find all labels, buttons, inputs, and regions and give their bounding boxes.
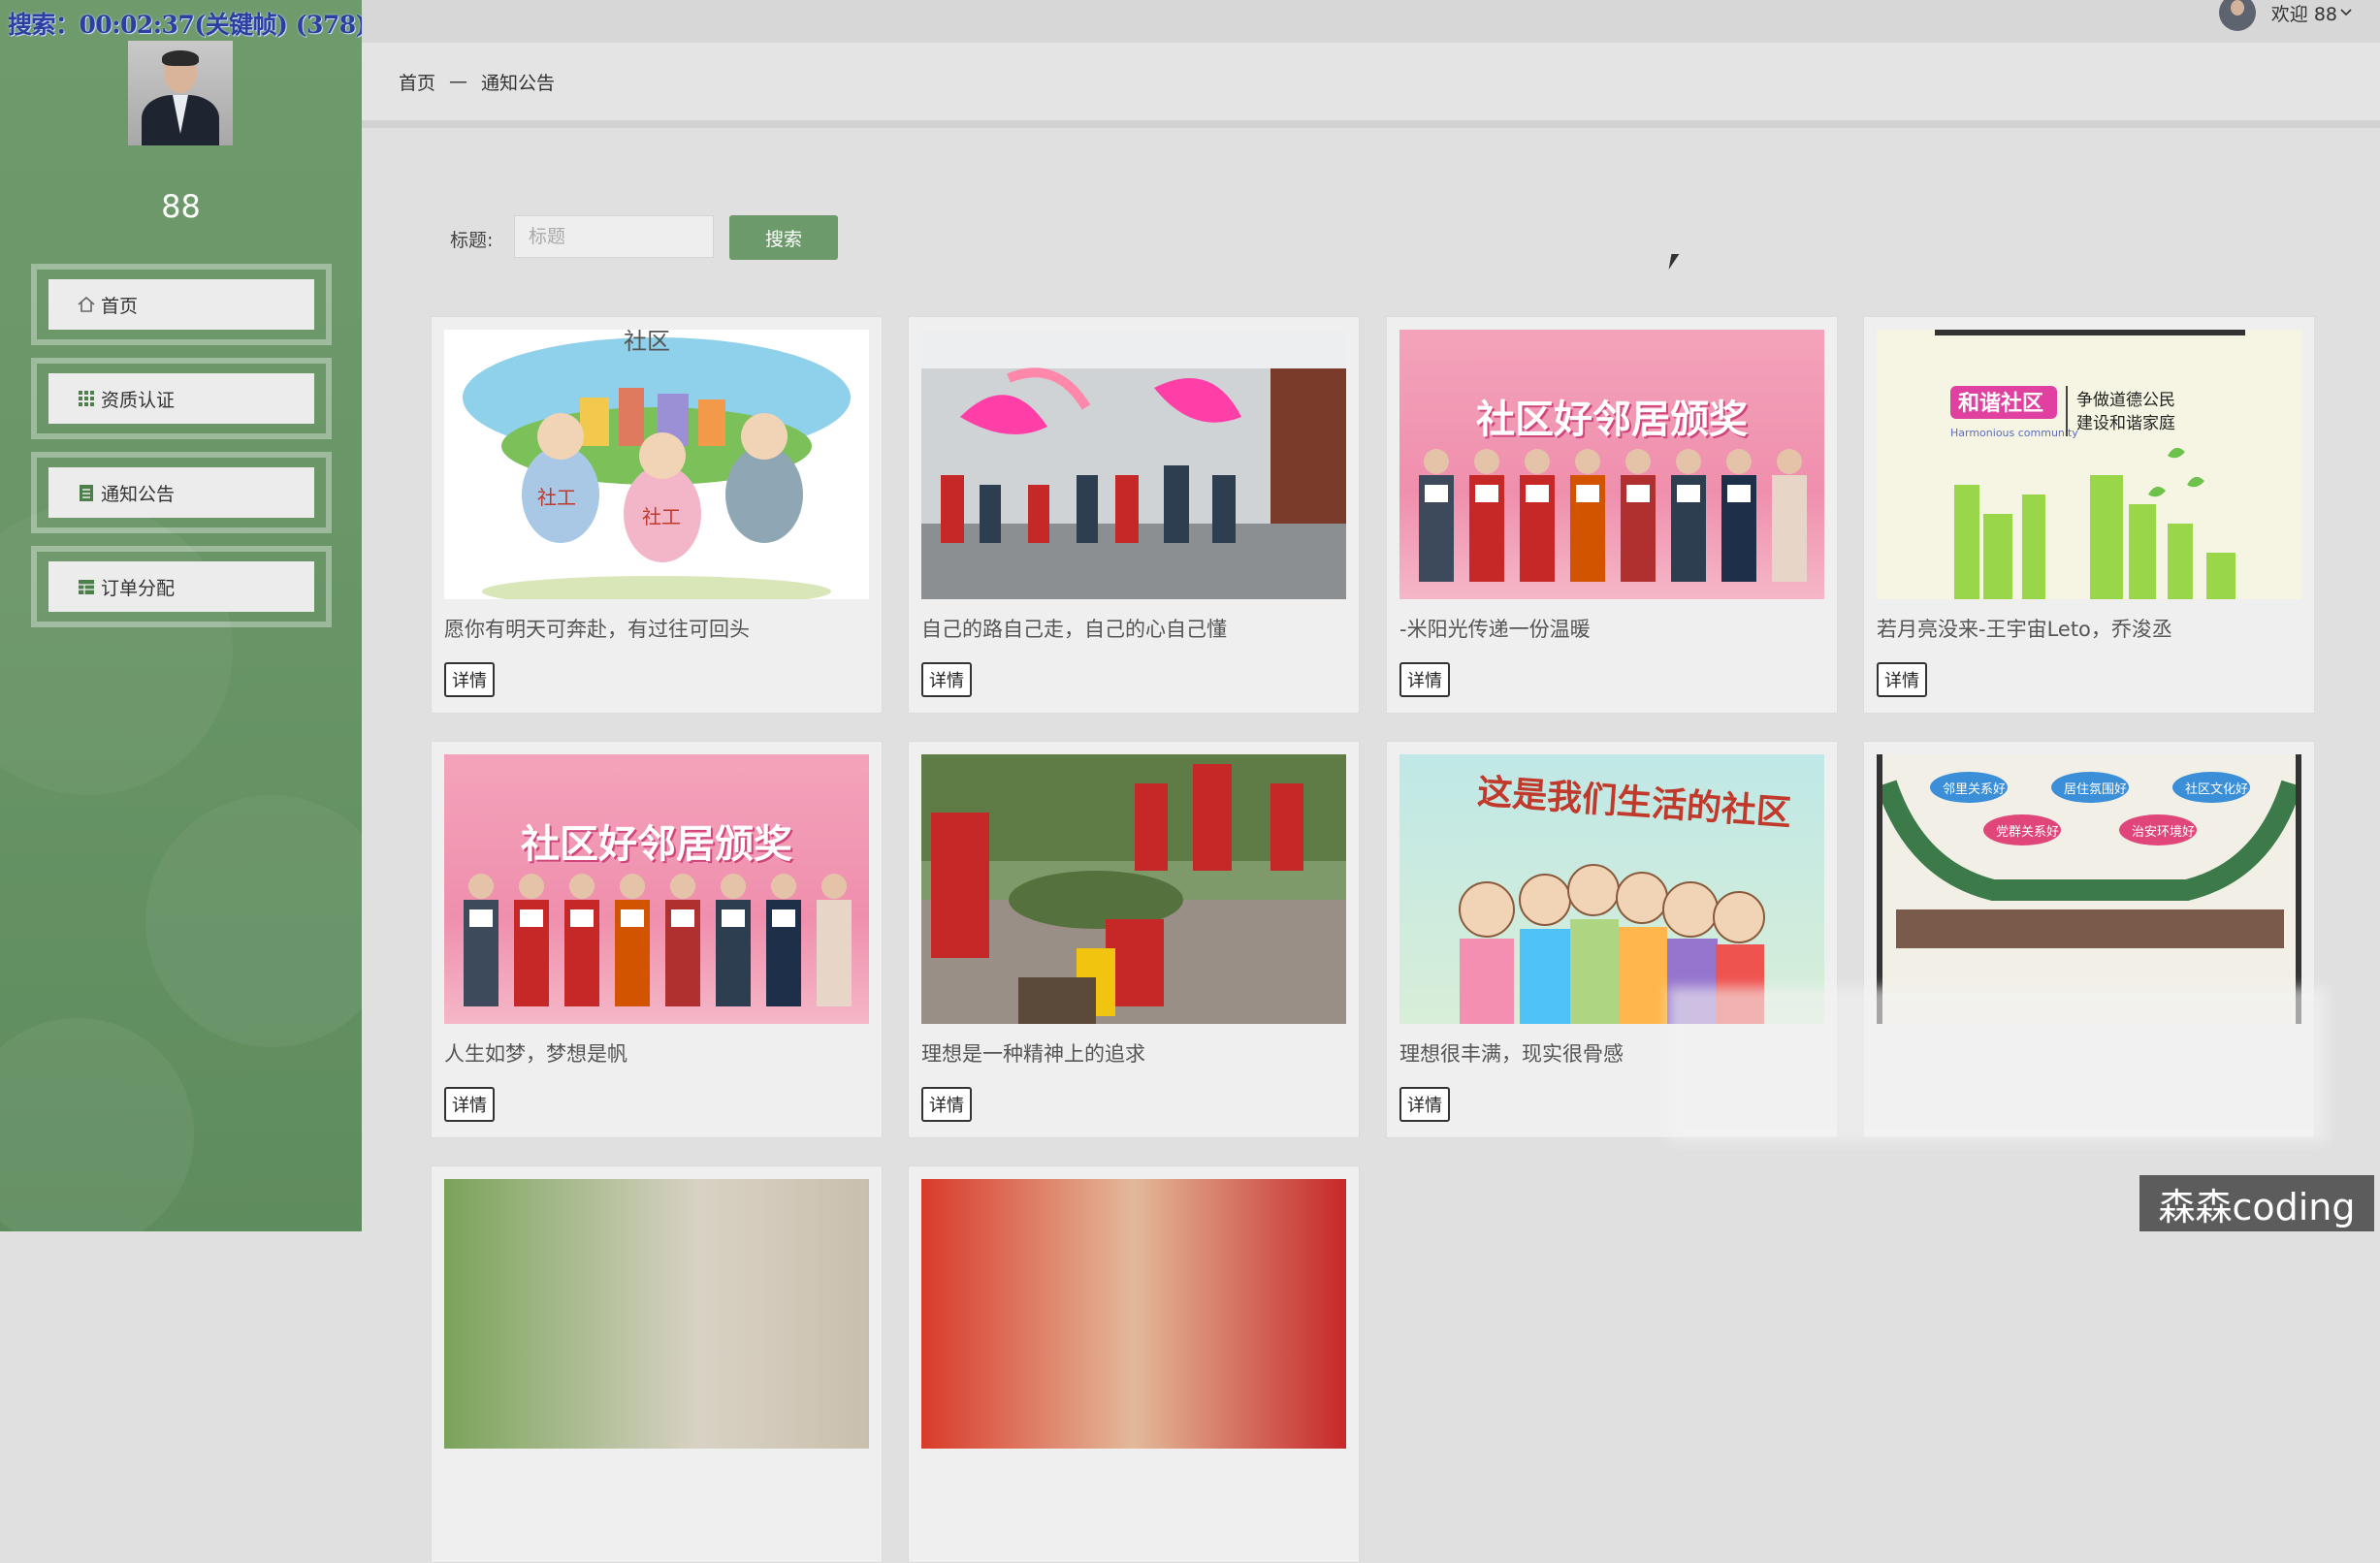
- notice-icon: [80, 485, 93, 501]
- cartoon-worker-label: 社工: [537, 486, 576, 509]
- breadcrumb-home[interactable]: 首页: [399, 69, 435, 95]
- notice-card[interactable]: [431, 1165, 883, 1563]
- sidebar-item-home[interactable]: 首页: [31, 264, 332, 345]
- avatar: [128, 41, 233, 145]
- board-tag: 居住氛围好: [2064, 782, 2127, 797]
- chevron-down-icon: [2340, 9, 2352, 16]
- notice-title: 理想是一种精神上的追求: [921, 1042, 1145, 1066]
- detail-button[interactable]: 详情: [921, 662, 972, 697]
- recording-timer-overlay: 搜索：00:02:37(关键帧) (378): [8, 11, 368, 39]
- divider: [362, 120, 2380, 128]
- sidebar-item-order[interactable]: 订单分配: [31, 546, 332, 627]
- notice-image: 和谐社区 Harmonious community 争做道德公民 建设和谐家庭: [1877, 330, 2301, 599]
- loading-blur: [1668, 987, 2328, 1142]
- notice-card[interactable]: 和谐社区 Harmonious community 争做道德公民 建设和谐家庭 …: [1863, 316, 2315, 714]
- sidebar-item-label: 通知公告: [101, 483, 176, 505]
- home-icon: [78, 296, 95, 312]
- detail-button[interactable]: 详情: [921, 1087, 972, 1122]
- board-tag: 治安环境好: [2132, 825, 2195, 840]
- grid-icon: [79, 391, 94, 406]
- user-menu[interactable]: 欢迎 88: [2218, 0, 2353, 31]
- notice-image: 邻里关系好 居住氛围好 社区文化好 党群关系好 治安环境好: [1877, 754, 2301, 1024]
- welcome-text: 欢迎 88: [2270, 3, 2337, 25]
- notice-title: 人生如梦，梦想是帆: [444, 1042, 627, 1066]
- notice-card[interactable]: 理想是一种精神上的追求 详情: [908, 741, 1360, 1138]
- harmony-english: Harmonious community: [1950, 427, 2078, 439]
- board-tag: 邻里关系好: [1943, 782, 2006, 797]
- detail-button[interactable]: 详情: [444, 662, 495, 697]
- sidebar-item-label: 订单分配: [101, 577, 176, 599]
- detail-button[interactable]: 详情: [1877, 662, 1927, 697]
- notice-image: [921, 1179, 1346, 1449]
- notice-title: 理想很丰满，现实很骨感: [1399, 1042, 1624, 1066]
- notice-card[interactable]: 自己的路自己走，自己的心自己懂 详情: [908, 316, 1360, 714]
- notice-image: 社区 社工 社工: [444, 330, 869, 599]
- cartoon-worker-label: 社工: [642, 505, 681, 528]
- top-bar: 欢迎 88: [362, 0, 2380, 43]
- sidebar-username: 88: [161, 188, 201, 225]
- notice-card[interactable]: 社区好邻居颁奖 -米阳光传递一份温暖 详情: [1386, 316, 1838, 714]
- watermark: 森森coding: [2139, 1175, 2374, 1231]
- sidebar-item-label: 首页: [101, 295, 139, 317]
- notice-title: 愿你有明天可奔赴，有过往可回头: [444, 618, 750, 641]
- board-tag: 社区文化好: [2185, 782, 2248, 797]
- notice-card[interactable]: 社区好邻居颁奖 人生如梦，梦想是帆 详情: [431, 741, 883, 1138]
- title-search-input[interactable]: [514, 215, 714, 258]
- sidebar-item-qualification[interactable]: 资质认证: [31, 358, 332, 439]
- cartoon-sign: 社区: [624, 330, 670, 355]
- notice-card[interactable]: [908, 1165, 1360, 1563]
- breadcrumb-current: 通知公告: [481, 72, 556, 94]
- harmony-slogan: 争做道德公民: [2076, 391, 2175, 410]
- notice-title: 自己的路自己走，自己的心自己懂: [921, 618, 1227, 641]
- avatar: [2218, 0, 2256, 31]
- harmony-badge: 和谐社区: [1958, 391, 2043, 416]
- sidebar: 88 首页 资质认证 通知公告 订单分配: [0, 0, 362, 1231]
- notice-image: 社区好邻居颁奖: [1399, 330, 1824, 599]
- notice-image: [921, 754, 1346, 1024]
- our-community-banner: 这是我们生活的社区: [1476, 771, 1792, 833]
- search-label: 标题:: [450, 230, 494, 251]
- notice-image: 这是我们生活的社区: [1399, 754, 1824, 1024]
- sidebar-item-label: 资质认证: [101, 389, 176, 411]
- mouse-cursor: [1668, 254, 1680, 270]
- detail-button[interactable]: 详情: [1399, 1087, 1450, 1122]
- breadcrumb-separator: —: [449, 71, 468, 92]
- table-icon: [79, 580, 94, 594]
- detail-button[interactable]: 详情: [1399, 662, 1450, 697]
- notice-image: [921, 330, 1346, 599]
- notice-card[interactable]: 社区 社工 社工 愿你有明天可奔赴，有过往可回头 详情: [431, 316, 883, 714]
- search-button[interactable]: 搜索: [729, 215, 838, 260]
- notice-title: 若月亮没来-王宇宙Leto，乔浚丞: [1877, 618, 2172, 641]
- detail-button[interactable]: 详情: [444, 1087, 495, 1122]
- sidebar-item-notice[interactable]: 通知公告: [31, 452, 332, 533]
- notice-image: 社区好邻居颁奖: [444, 754, 869, 1024]
- breadcrumb: 首页 — 通知公告: [362, 43, 2380, 120]
- notice-title: -米阳光传递一份温暖: [1399, 618, 1591, 641]
- harmony-slogan: 建设和谐家庭: [2076, 414, 2175, 433]
- board-tag: 党群关系好: [1996, 825, 2059, 840]
- notice-image: [444, 1179, 869, 1449]
